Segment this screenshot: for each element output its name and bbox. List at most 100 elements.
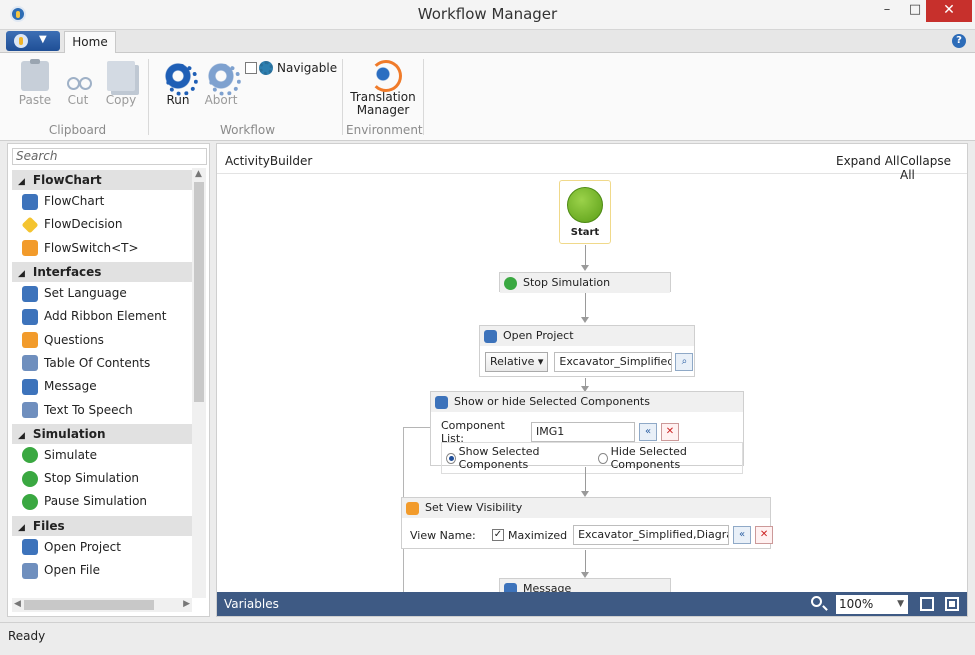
scissors-icon: [64, 61, 92, 91]
collapse-triangle-icon: ◢: [18, 177, 25, 187]
window-title: Workflow Manager: [417, 5, 558, 23]
translation-icon: [369, 59, 402, 92]
maximized-checkbox[interactable]: ✓: [492, 529, 504, 541]
toolbox-item-stop-simulation[interactable]: Stop Simulation: [12, 467, 192, 490]
application-menu-button[interactable]: ▼: [6, 31, 60, 51]
component-list-field[interactable]: IMG1: [531, 422, 635, 442]
paste-label: Paste: [18, 93, 52, 107]
path-mode-select[interactable]: Relative ▾: [485, 352, 549, 372]
ribbon-element-icon: [22, 308, 38, 325]
collapse-triangle-icon: ◢: [18, 430, 25, 441]
toolbox-item-table-of-contents[interactable]: Table Of Contents: [12, 352, 192, 375]
browse-search-icon[interactable]: ⌕: [675, 353, 694, 371]
clear-icon[interactable]: ✕: [755, 526, 774, 544]
paste-button[interactable]: Paste: [13, 59, 57, 107]
item-label: Text To Speech: [44, 402, 133, 417]
close-button[interactable]: ✕: [926, 0, 972, 22]
copy-button[interactable]: Copy: [99, 61, 143, 107]
speech-icon: [22, 402, 38, 419]
translation-manager-button[interactable]: Translation Manager: [350, 59, 416, 117]
clear-icon[interactable]: ✕: [661, 423, 679, 441]
activity-show-hide-components[interactable]: Show or hide Selected Components Compone…: [430, 391, 744, 474]
scroll-left-icon[interactable]: ◀: [14, 599, 21, 609]
abort-button[interactable]: Abort: [199, 61, 243, 107]
app-logo-icon: [14, 34, 28, 48]
category-flowchart[interactable]: ◢ FlowChart: [12, 170, 192, 190]
category-label: Files: [32, 518, 65, 533]
expand-all-link[interactable]: Expand All: [836, 154, 900, 168]
navigable-toggle[interactable]: Navigable: [245, 61, 337, 75]
item-label: Open File: [44, 563, 100, 577]
toolbox-item-simulate[interactable]: Simulate: [12, 444, 192, 467]
item-label: FlowSwitch<T>: [44, 240, 139, 255]
chevron-down-icon: ▼: [897, 599, 904, 609]
category-simulation[interactable]: ◢ Simulation: [12, 423, 192, 444]
activity-set-view-visibility[interactable]: Set View Visibility View Name: ✓ Maximiz…: [401, 497, 774, 549]
start-node[interactable]: Start: [559, 180, 611, 244]
navigable-checkbox[interactable]: [245, 62, 257, 74]
start-ball-icon: [567, 187, 603, 223]
hide-radio[interactable]: [597, 452, 608, 464]
scroll-up-icon[interactable]: ▲: [195, 169, 202, 179]
toolbox-search-input[interactable]: Search: [12, 148, 207, 165]
toolbox-item-flowchart[interactable]: FlowChart: [12, 190, 192, 213]
fit-to-screen-icon[interactable]: [920, 597, 934, 611]
open-project-icon: [484, 329, 497, 343]
run-button[interactable]: Run: [156, 61, 200, 107]
minimize-button[interactable]: –: [872, 0, 902, 22]
project-path-field[interactable]: Excavator_Simplified.prx: [554, 352, 673, 372]
workflow-group-label: Workflow: [219, 123, 276, 137]
tab-home[interactable]: Home: [64, 31, 116, 54]
help-icon[interactable]: ?: [952, 34, 966, 48]
maximized-label[interactable]: Maximized: [508, 529, 567, 542]
item-label: Add Ribbon Element: [44, 309, 167, 324]
toolbox-item-flowswitch[interactable]: FlowSwitch<T>: [12, 237, 192, 260]
zoom-value: 100%: [839, 597, 874, 611]
hide-option-label[interactable]: Hide Selected Components: [611, 445, 738, 471]
toolbox-item-message[interactable]: Message: [12, 375, 192, 398]
switch-icon: [22, 240, 38, 257]
navigable-gear-icon: [259, 61, 273, 75]
workflow-canvas[interactable]: Start Stop Simulation Open Project Relat…: [217, 175, 967, 599]
toolbox-item-add-ribbon-element[interactable]: Add Ribbon Element: [12, 305, 192, 328]
scrollbar-thumb[interactable]: [194, 182, 204, 402]
activity-stop-simulation[interactable]: Stop Simulation: [499, 272, 671, 293]
toolbox-item-flowdecision[interactable]: FlowDecision: [12, 213, 192, 236]
toolbox-panel: Search ◢ FlowChart FlowChart FlowDecision…: [7, 143, 210, 617]
breadcrumb[interactable]: ActivityBuilder: [225, 154, 312, 168]
category-interfaces[interactable]: ◢ Interfaces: [12, 261, 192, 282]
toolbox-item-questions[interactable]: Questions: [12, 328, 192, 351]
show-option-label[interactable]: Show Selected Components: [459, 445, 590, 471]
select-view-icon[interactable]: «: [733, 526, 752, 544]
toolbox-item-set-language[interactable]: Set Language: [12, 282, 192, 305]
eye-icon: [435, 395, 448, 409]
pause-icon: [22, 493, 38, 510]
toolbox-horizontal-scrollbar[interactable]: ◀ ▶: [12, 598, 192, 612]
arrow-icon: [581, 317, 589, 323]
scroll-right-icon[interactable]: ▶: [183, 599, 190, 609]
environment-group-label: Environment: [346, 123, 423, 137]
zoom-level-select[interactable]: 100% ▼: [836, 595, 908, 614]
stop-icon: [504, 276, 517, 290]
select-components-icon[interactable]: «: [639, 423, 657, 441]
scrollbar-thumb[interactable]: [24, 600, 154, 610]
variables-tab[interactable]: Variables: [224, 597, 279, 611]
toolbox-item-text-to-speech[interactable]: Text To Speech: [12, 398, 192, 421]
ribbon: Paste Cut Copy Clipboard Run Abort Navig…: [0, 53, 975, 141]
activity-open-project[interactable]: Open Project Relative ▾ Excavator_Simpli…: [479, 325, 695, 377]
status-text: Ready: [8, 629, 46, 643]
item-label: FlowDecision: [44, 217, 123, 232]
toolbox-vertical-scrollbar[interactable]: ▲: [192, 168, 206, 598]
toolbox-item-open-file[interactable]: Open File: [12, 559, 192, 582]
item-label: Set Language: [44, 286, 127, 301]
view-name-field[interactable]: Excavator_Simplified,Diagram1,1: [573, 525, 730, 545]
toolbox-item-open-project[interactable]: Open Project: [12, 536, 192, 559]
overview-map-icon[interactable]: [945, 597, 959, 611]
message-icon: [22, 378, 38, 395]
item-label: Questions: [44, 332, 104, 347]
show-radio[interactable]: [446, 452, 456, 464]
toolbox-item-pause-simulation[interactable]: Pause Simulation: [12, 490, 192, 513]
cut-button[interactable]: Cut: [56, 61, 100, 107]
item-label: FlowChart: [44, 194, 105, 209]
category-files[interactable]: ◢ Files: [12, 515, 192, 536]
